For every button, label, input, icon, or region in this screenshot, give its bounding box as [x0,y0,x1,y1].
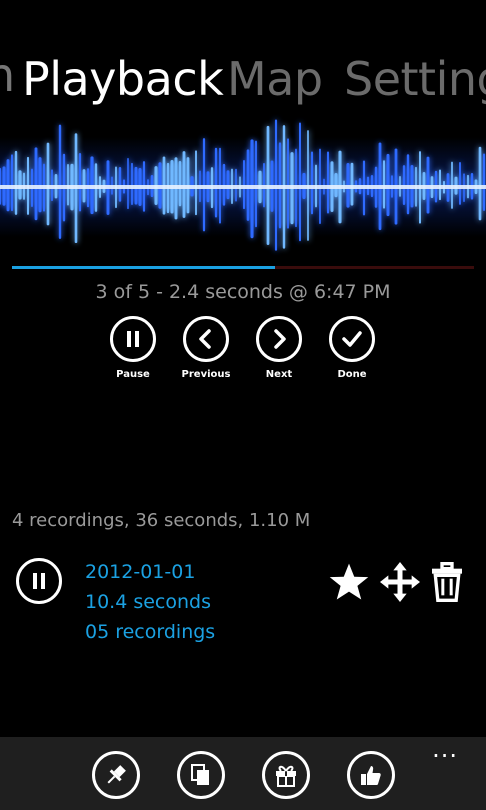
waveform-visualization [0,119,486,251]
previous-label: Previous [181,369,231,380]
chevron-right-icon [256,316,302,362]
thumbs-up-icon [361,766,381,785]
pin-button[interactable] [92,751,140,799]
recording-list-item[interactable]: 2012-01-01 10.4 seconds 05 recordings [0,555,486,645]
move-icon[interactable] [380,562,420,602]
playback-progress-fill [12,266,276,269]
done-button[interactable]: Done [322,316,382,380]
pause-label: Pause [116,369,150,380]
recording-actions [328,561,464,603]
copy-icon [191,764,209,785]
like-button[interactable] [347,751,395,799]
pause-button[interactable]: Pause [103,316,163,380]
copy-button[interactable] [177,751,225,799]
recording-count: 05 recordings [85,621,216,643]
check-icon [329,316,375,362]
playback-status: 3 of 5 - 2.4 seconds @ 6:47 PM [95,281,391,303]
tab-map[interactable]: Map [227,48,323,110]
trash-icon[interactable] [430,562,464,602]
next-button[interactable]: Next [249,316,309,380]
recording-info: 2012-01-01 10.4 seconds 05 recordings [85,557,215,647]
gift-button[interactable] [262,751,310,799]
recordings-summary: 4 recordings, 36 seconds, 1.10 M [12,510,311,531]
previous-button[interactable]: Previous [176,316,236,380]
star-icon[interactable] [328,561,370,603]
more-options-button[interactable]: ... [432,737,458,761]
recording-duration: 10.4 seconds [85,591,212,613]
playback-controls: Pause Previous Next Done [0,316,486,386]
gift-icon [276,765,296,787]
previous-tab-fragment[interactable]: n [0,48,15,102]
pause-icon [33,573,45,589]
tab-settings[interactable]: Setting [344,48,486,110]
done-label: Done [337,369,367,380]
tab-playback[interactable]: Playback [22,48,224,110]
playback-progress-bar[interactable] [12,266,474,269]
pause-icon [110,316,156,362]
recording-date: 2012-01-01 [85,561,196,583]
app-bar: ... [0,737,486,810]
chevron-left-icon [183,316,229,362]
pin-icon [107,765,126,784]
pivot-header: n Playback Map Setting [0,48,486,110]
recording-pause-button[interactable] [16,558,62,604]
next-label: Next [265,369,293,380]
